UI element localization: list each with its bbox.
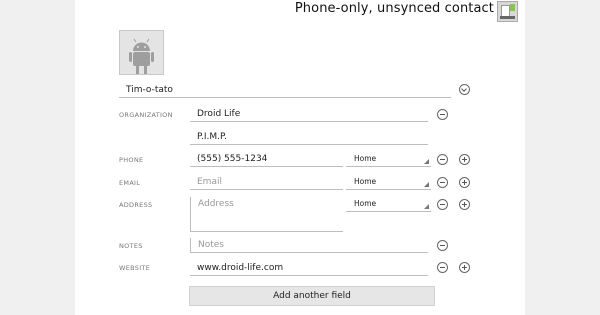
minus-circle-icon[interactable]: [437, 262, 448, 273]
website-field[interactable]: www.droid-life.com: [190, 261, 428, 276]
chevron-down-icon[interactable]: [459, 84, 470, 95]
plus-circle-icon[interactable]: [459, 262, 470, 273]
phone-type-value: Home: [354, 154, 377, 163]
contact-photo[interactable]: [119, 30, 164, 75]
name-field[interactable]: Tim-o-tato: [119, 83, 451, 98]
plus-circle-icon[interactable]: [459, 177, 470, 188]
add-another-field-button[interactable]: Add another field: [189, 286, 435, 306]
minus-circle-icon[interactable]: [437, 154, 448, 165]
address-type-select[interactable]: Home: [346, 197, 431, 212]
phone-field[interactable]: (555) 555-1234: [190, 152, 343, 167]
address-label: ADDRESS: [119, 201, 153, 209]
plus-circle-icon[interactable]: [459, 154, 470, 165]
notes-field[interactable]: Notes: [190, 238, 428, 253]
address-field[interactable]: Address: [190, 197, 343, 232]
dropdown-caret-icon: [424, 159, 429, 164]
minus-circle-icon[interactable]: [437, 109, 448, 120]
email-type-select[interactable]: Home: [346, 175, 431, 190]
company-field[interactable]: Droid Life: [190, 107, 428, 122]
plus-circle-icon[interactable]: [459, 199, 470, 210]
email-type-value: Home: [354, 177, 377, 186]
dropdown-caret-icon: [424, 204, 429, 209]
notes-label: NOTES: [119, 242, 143, 250]
android-robot-icon: [120, 31, 163, 74]
account-type-title: Phone-only, unsynced contact: [294, 1, 494, 16]
phone-contact-icon: [497, 1, 518, 22]
minus-circle-icon[interactable]: [437, 177, 448, 188]
job-title-field[interactable]: P.I.M.P.: [190, 130, 428, 145]
email-label: EMAIL: [119, 179, 141, 187]
phone-type-select[interactable]: Home: [346, 152, 431, 167]
address-type-value: Home: [354, 199, 377, 208]
organization-label: ORGANIZATION: [119, 111, 173, 119]
minus-circle-icon[interactable]: [437, 199, 448, 210]
minus-circle-icon[interactable]: [437, 240, 448, 251]
website-label: WEBSITE: [119, 264, 151, 272]
dropdown-caret-icon: [424, 182, 429, 187]
phone-label: PHONE: [119, 156, 144, 164]
email-field[interactable]: Email: [190, 175, 343, 190]
